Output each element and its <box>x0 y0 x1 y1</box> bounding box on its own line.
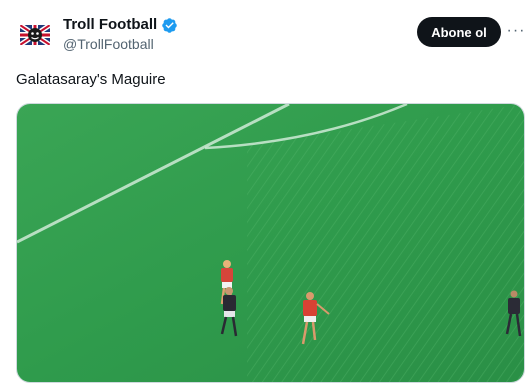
follow-button[interactable]: Abone ol <box>417 17 501 47</box>
tweet-media-video[interactable] <box>16 103 525 383</box>
football-pitch-scene <box>17 104 524 382</box>
more-options-icon[interactable]: ··· <box>505 20 527 42</box>
author-handle[interactable]: @TrollFootball <box>63 36 154 53</box>
author-display-name[interactable]: Troll Football <box>63 16 157 34</box>
union-jack-crest-icon <box>16 16 54 54</box>
verified-badge-icon <box>162 17 177 33</box>
author-avatar[interactable] <box>16 16 54 54</box>
author-name-row[interactable]: Troll Football <box>63 16 178 34</box>
tweet-text: Galatasaray's Maguire <box>16 71 166 88</box>
